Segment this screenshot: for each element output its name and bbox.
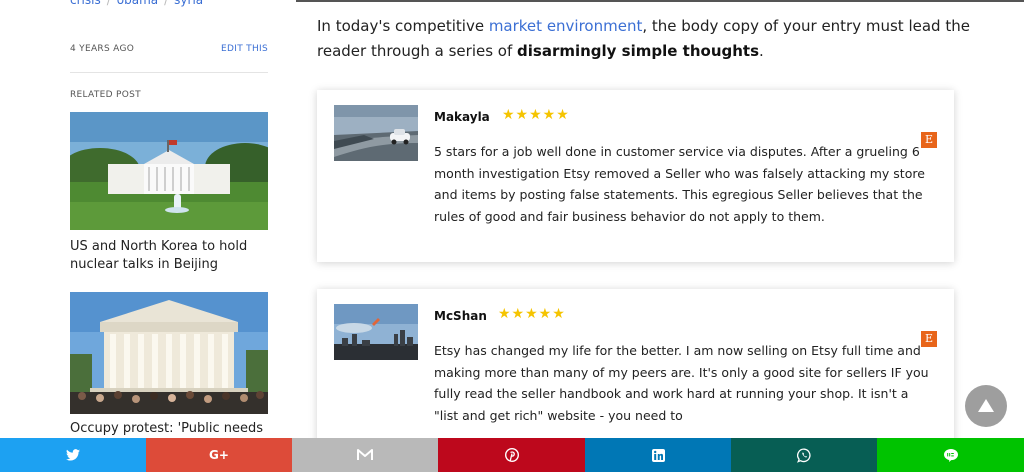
post-age: 4 YEARS AGO <box>70 44 135 54</box>
arrow-up-icon <box>978 399 994 412</box>
city-skyline-image <box>334 304 418 360</box>
share-google-plus-button[interactable]: G+ <box>146 438 292 472</box>
post-meta: 4 YEARS AGO EDIT THIS <box>70 44 268 60</box>
intro-paragraph: In today's competitive market environmen… <box>317 14 977 64</box>
gmail-icon <box>357 449 373 460</box>
intro-text: In today's competitive <box>317 17 489 35</box>
intro-text: . <box>759 42 764 60</box>
related-post-title[interactable]: Occupy protest: 'Public needs <box>70 420 268 438</box>
related-post-thumbnail[interactable] <box>70 292 268 414</box>
review-text: 5 stars for a job well done in customer … <box>434 144 925 224</box>
twitter-icon <box>66 449 80 461</box>
star-rating: ★★★★★ <box>498 306 566 322</box>
reviewer-name: McShan <box>434 309 487 323</box>
share-linkedin-button[interactable] <box>585 438 731 472</box>
pinterest-icon <box>504 448 519 462</box>
related-post-title[interactable]: US and North Korea to hold nuclear talks… <box>70 238 268 274</box>
linkedin-icon <box>651 448 665 462</box>
star-rating: ★★★★★ <box>502 107 570 123</box>
top-border <box>296 0 1024 2</box>
car-on-road-image <box>334 105 418 161</box>
share-twitter-button[interactable] <box>0 438 146 472</box>
intro-bold-text: disarmingly simple thoughts <box>517 42 760 60</box>
line-icon <box>943 448 958 462</box>
divider <box>70 72 268 73</box>
white-house-image <box>70 112 268 230</box>
reviewer-name: Makayla <box>434 110 490 124</box>
related-post-thumbnail[interactable] <box>70 112 268 230</box>
tag-link[interactable]: obama <box>117 0 158 7</box>
share-bar: G+ <box>0 438 1024 472</box>
share-whatsapp-button[interactable] <box>731 438 877 472</box>
supreme-court-image <box>70 292 268 414</box>
tag-link[interactable]: crisis <box>70 0 101 7</box>
whatsapp-icon <box>796 448 811 463</box>
share-pinterest-button[interactable] <box>438 438 585 472</box>
google-plus-icon: G+ <box>209 448 229 462</box>
review-text: Etsy has changed my life for the better.… <box>434 343 929 423</box>
post-tags: crisis / obama / syria <box>70 0 203 7</box>
share-line-button[interactable] <box>877 438 1024 472</box>
scroll-to-top-button[interactable] <box>965 385 1007 427</box>
review-card: Makayla ★★★★★ E 5 stars for a job well d… <box>317 90 954 262</box>
related-post-heading: RELATED POST <box>70 90 141 100</box>
review-card: McShan ★★★★★ E Etsy has changed my life … <box>317 289 954 459</box>
tag-separator: / <box>106 0 111 7</box>
market-environment-link[interactable]: market environment <box>489 17 643 35</box>
tag-separator: / <box>164 0 169 7</box>
tag-link[interactable]: syria <box>174 0 203 7</box>
reviewer-photo <box>334 304 418 360</box>
edit-link[interactable]: EDIT THIS <box>221 44 268 54</box>
share-gmail-button[interactable] <box>292 438 438 472</box>
reviewer-photo <box>334 105 418 161</box>
